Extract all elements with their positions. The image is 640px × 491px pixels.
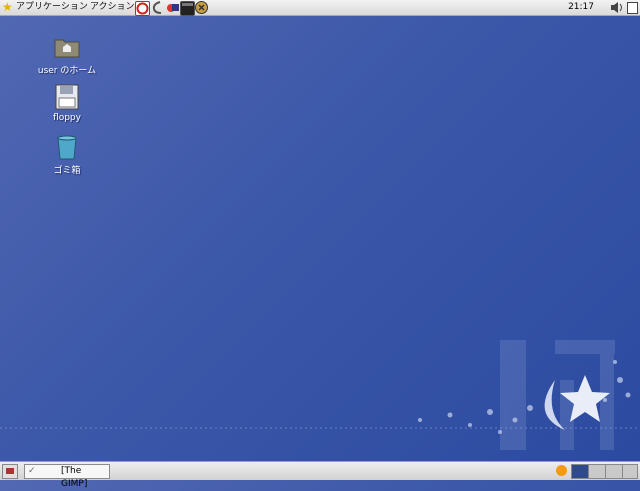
trash-item[interactable]: ゴミ箱 — [27, 134, 107, 176]
workspace-4[interactable] — [622, 464, 638, 479]
trash-label: ゴミ箱 — [53, 166, 81, 176]
star-icon[interactable]: ★ — [2, 0, 13, 14]
home-folder-icon — [53, 34, 81, 60]
gimp-icon: ✓ — [28, 466, 36, 476]
notes-icon[interactable] — [627, 2, 638, 14]
terminal-launcher[interactable] — [180, 1, 195, 16]
mail-launcher[interactable] — [166, 1, 179, 14]
floppy-label: floppy — [53, 113, 81, 123]
wallpaper-decoration — [0, 340, 640, 450]
clock-launcher[interactable] — [195, 1, 208, 14]
applications-menu[interactable]: アプリケーション — [16, 1, 88, 14]
taskbar-button-gimp[interactable]: ✓ [The GIMP] — [24, 464, 110, 489]
bottom-panel: ✓ [The GIMP] — [0, 461, 640, 489]
actions-menu[interactable]: アクション — [90, 1, 135, 14]
help-launcher[interactable] — [135, 1, 150, 16]
home-folder-item[interactable]: user のホーム — [27, 34, 107, 76]
floppy-icon — [53, 84, 81, 110]
desktop: { "top_panel": { "menus": ["アプリケーション", "… — [0, 0, 640, 489]
home-folder-label: user のホーム — [37, 66, 97, 76]
clock[interactable]: 21:17 — [568, 1, 594, 14]
floppy-item[interactable]: floppy — [27, 84, 107, 123]
browser-launcher[interactable] — [151, 1, 164, 14]
notification-icon[interactable] — [556, 465, 567, 476]
volume-icon[interactable] — [610, 1, 624, 17]
show-desktop-button[interactable] — [2, 464, 18, 479]
top-panel: ★ アプリケーション アクション 21:17 — [0, 0, 640, 16]
taskbar-label: [The GIMP] — [61, 466, 88, 489]
trash-icon — [53, 134, 81, 160]
